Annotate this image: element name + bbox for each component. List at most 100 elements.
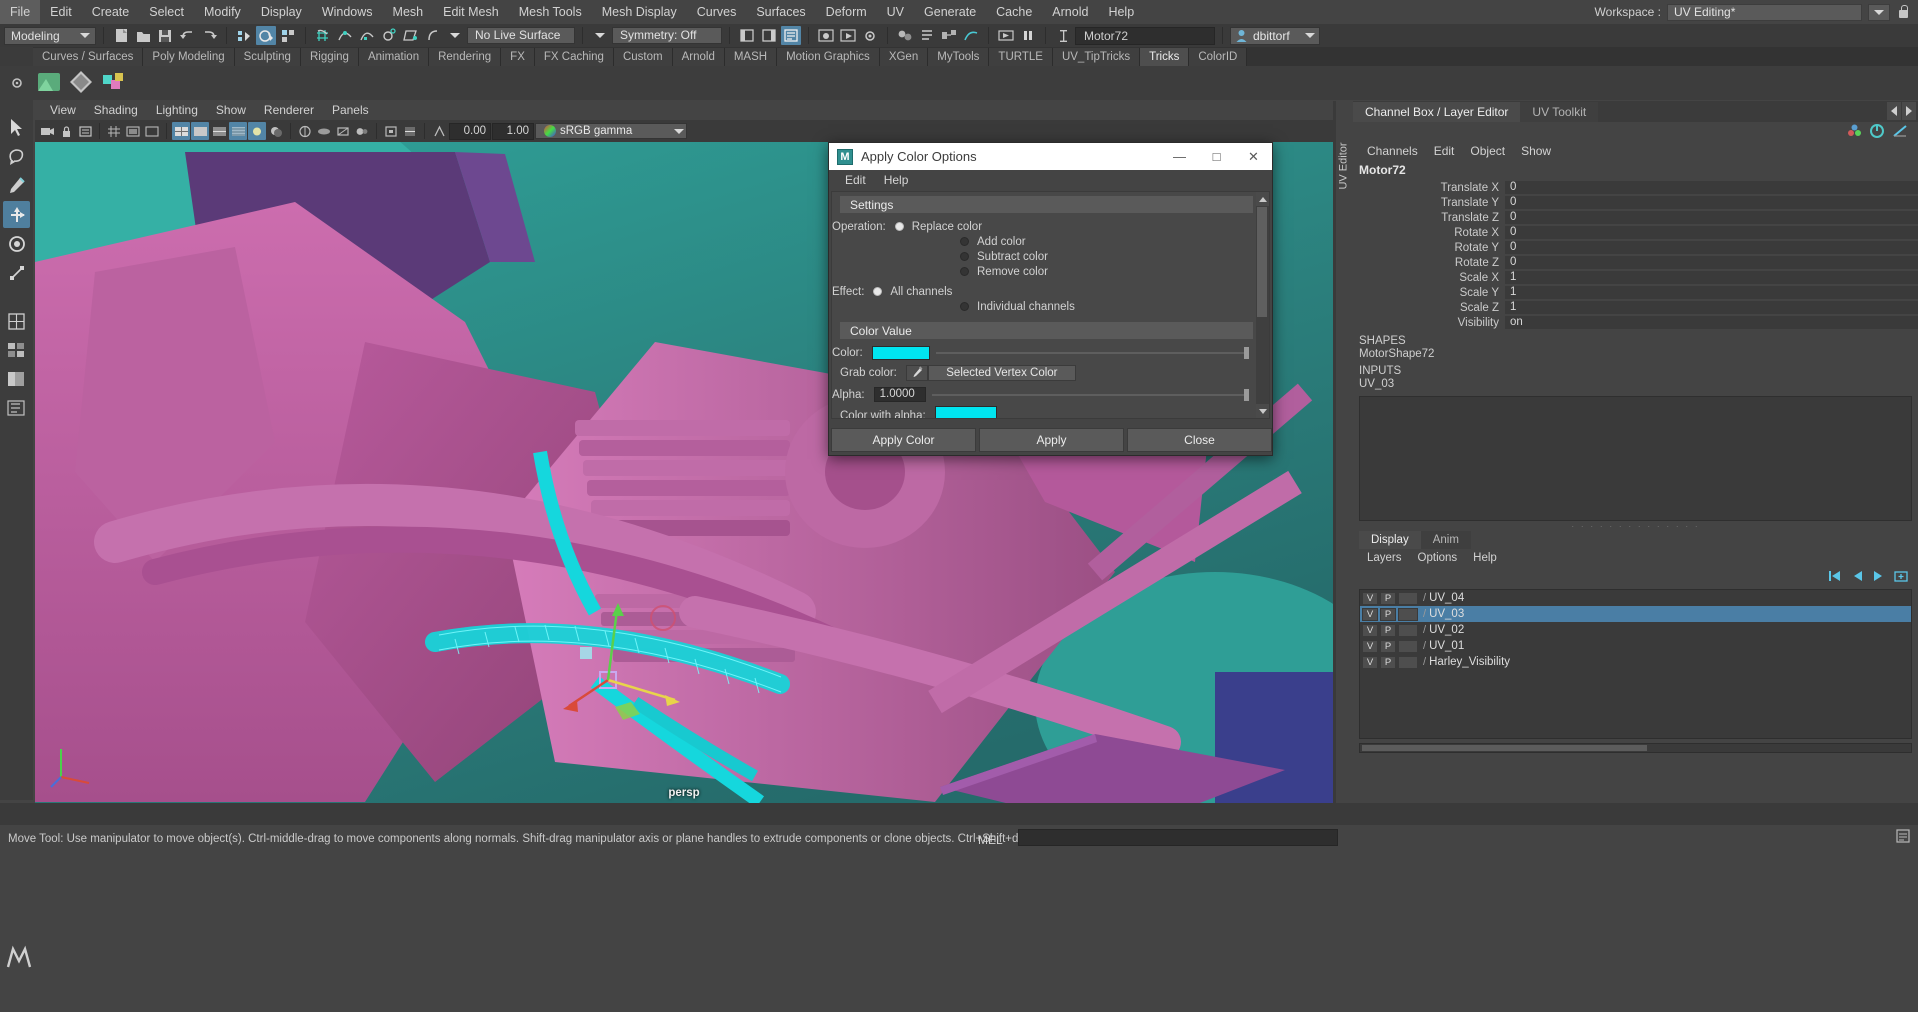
- shelf-tab-turtle[interactable]: TURTLE: [989, 48, 1053, 66]
- shelf-options-gear-icon[interactable]: [4, 68, 30, 98]
- color-slider[interactable]: [936, 352, 1249, 354]
- channel-value[interactable]: on: [1505, 316, 1918, 330]
- four-view-layout-button[interactable]: [3, 337, 30, 364]
- layer-menu-help[interactable]: Help: [1465, 549, 1505, 567]
- depth-of-field-icon[interactable]: [353, 122, 371, 140]
- last-tool-used-button[interactable]: [3, 308, 30, 335]
- layer-menu-layers[interactable]: Layers: [1359, 549, 1410, 567]
- lasso-tool-button[interactable]: [3, 143, 30, 170]
- object-name-input[interactable]: Motor72: [1075, 27, 1215, 45]
- shelf-tab-custom[interactable]: Custom: [614, 48, 673, 66]
- open-scene-button[interactable]: [133, 26, 153, 45]
- menu-select[interactable]: Select: [139, 0, 194, 24]
- shelf-tab-sculpting[interactable]: Sculpting: [235, 48, 301, 66]
- scroll-up-button[interactable]: [1256, 192, 1269, 206]
- shelf-item-color-set[interactable]: [36, 69, 62, 98]
- menu-mesh[interactable]: Mesh: [383, 0, 434, 24]
- channel-row[interactable]: Rotate X 0: [1353, 225, 1918, 240]
- shelf-item-apply-color[interactable]: [100, 69, 126, 98]
- menu-surfaces[interactable]: Surfaces: [746, 0, 815, 24]
- layer-list-horizontal-scrollbar[interactable]: [1359, 743, 1912, 753]
- snap-to-grid-button[interactable]: [313, 26, 333, 45]
- shelf-tab-colorid[interactable]: ColorID: [1189, 48, 1247, 66]
- color-swatch[interactable]: [872, 346, 930, 360]
- menu-mesh-display[interactable]: Mesh Display: [592, 0, 687, 24]
- shelf-tab-arnold[interactable]: Arnold: [673, 48, 725, 66]
- channel-value[interactable]: 0: [1505, 241, 1918, 255]
- operation-option-subtract-color[interactable]: Subtract color: [977, 251, 1048, 263]
- layer-playback-toggle[interactable]: P: [1380, 656, 1396, 669]
- menu-file[interactable]: File: [0, 0, 40, 24]
- channel-value[interactable]: 1: [1505, 301, 1918, 315]
- radio-add-color[interactable]: [960, 237, 969, 246]
- viewport-menu-lighting[interactable]: Lighting: [147, 101, 207, 120]
- select-by-object-type-button[interactable]: [256, 26, 276, 45]
- channel-box-menu-edit[interactable]: Edit: [1426, 142, 1463, 161]
- layer-color-swatch[interactable]: [1398, 640, 1418, 653]
- layer-item[interactable]: V P / UV_04: [1360, 590, 1911, 606]
- snap-options-dropdown[interactable]: [445, 26, 465, 45]
- apply-color-button[interactable]: Apply Color: [831, 428, 976, 452]
- lock-camera-icon[interactable]: [57, 122, 75, 140]
- shelf-item-vertex-color[interactable]: [68, 69, 94, 98]
- undo-button[interactable]: [177, 26, 197, 45]
- lock-icon[interactable]: [1896, 4, 1910, 20]
- screen-space-ao-icon[interactable]: [296, 122, 314, 140]
- dialog-menu-help[interactable]: Help: [875, 170, 918, 191]
- apply-button[interactable]: Apply: [979, 428, 1124, 452]
- layer-item[interactable]: V P / UV_03: [1360, 606, 1911, 622]
- viewport-menu-view[interactable]: View: [41, 101, 85, 120]
- pause-button[interactable]: [1018, 26, 1038, 45]
- scroll-down-button[interactable]: [1256, 404, 1269, 418]
- symmetry-dropdown-button[interactable]: [590, 26, 610, 45]
- channel-box-speed-icon[interactable]: [1870, 124, 1885, 141]
- graph-editor-button[interactable]: [961, 26, 981, 45]
- channel-value[interactable]: 0: [1505, 256, 1918, 270]
- menu-deform[interactable]: Deform: [816, 0, 877, 24]
- layer-visibility-toggle[interactable]: V: [1362, 624, 1378, 637]
- eyedropper-icon[interactable]: [906, 365, 928, 381]
- viewport-menu-show[interactable]: Show: [207, 101, 255, 120]
- save-scene-button[interactable]: [155, 26, 175, 45]
- single-perspective-layout-button[interactable]: [3, 366, 30, 393]
- operation-option-replace-color[interactable]: Replace color: [912, 221, 982, 233]
- layer-visibility-toggle[interactable]: V: [1362, 640, 1378, 653]
- render-settings-button[interactable]: [860, 26, 880, 45]
- command-input-field[interactable]: [1018, 829, 1338, 846]
- layer-color-swatch[interactable]: [1398, 592, 1418, 605]
- symmetry-field[interactable]: Symmetry: Off: [612, 27, 722, 44]
- snap-to-points-button[interactable]: [357, 26, 377, 45]
- channel-value[interactable]: 1: [1505, 286, 1918, 300]
- move-tool-button[interactable]: [3, 201, 30, 228]
- shelf-tab-rigging[interactable]: Rigging: [301, 48, 359, 66]
- effect-option-all-channels[interactable]: All channels: [890, 286, 952, 298]
- use-all-lights-icon[interactable]: [248, 122, 266, 140]
- show-hide-editor-right-button[interactable]: [759, 26, 779, 45]
- layer-list[interactable]: V P / UV_04 V P / UV_03 V P / UV_02: [1359, 589, 1912, 739]
- alpha-slider[interactable]: [932, 394, 1249, 396]
- shelf-tab-rendering[interactable]: Rendering: [429, 48, 501, 66]
- gamma-decrease-icon[interactable]: [430, 122, 448, 140]
- selected-vertex-color-button[interactable]: Selected Vertex Color: [928, 365, 1076, 381]
- layer-item[interactable]: V P / Harley_Visibility: [1360, 654, 1911, 670]
- viewport-menu-shading[interactable]: Shading: [85, 101, 147, 120]
- radio-subtract-color[interactable]: [960, 252, 969, 261]
- radio-remove-color[interactable]: [960, 267, 969, 276]
- gamma-field[interactable]: 1.00: [492, 123, 534, 140]
- shelf-tab-animation[interactable]: Animation: [359, 48, 429, 66]
- menu-windows[interactable]: Windows: [312, 0, 383, 24]
- uv-editor-vertical-tab[interactable]: UV Editor: [1336, 101, 1352, 231]
- shaded-wireframe-icon[interactable]: [210, 122, 228, 140]
- tab-scroll-left-button[interactable]: [1887, 102, 1901, 120]
- menu-set-selector[interactable]: Modeling: [4, 27, 96, 45]
- layer-name[interactable]: UV_02: [1429, 624, 1464, 636]
- channel-row[interactable]: Visibility on: [1353, 315, 1918, 330]
- dialog-menu-edit[interactable]: Edit: [836, 170, 875, 191]
- make-live-button[interactable]: [423, 26, 443, 45]
- channel-value[interactable]: 1: [1505, 271, 1918, 285]
- layer-visibility-toggle[interactable]: V: [1362, 592, 1378, 605]
- channel-box-menu-show[interactable]: Show: [1513, 142, 1559, 161]
- tab-display-layers[interactable]: Display: [1359, 531, 1421, 549]
- radio-replace-color[interactable]: [895, 222, 904, 231]
- layer-playback-toggle[interactable]: P: [1380, 640, 1396, 653]
